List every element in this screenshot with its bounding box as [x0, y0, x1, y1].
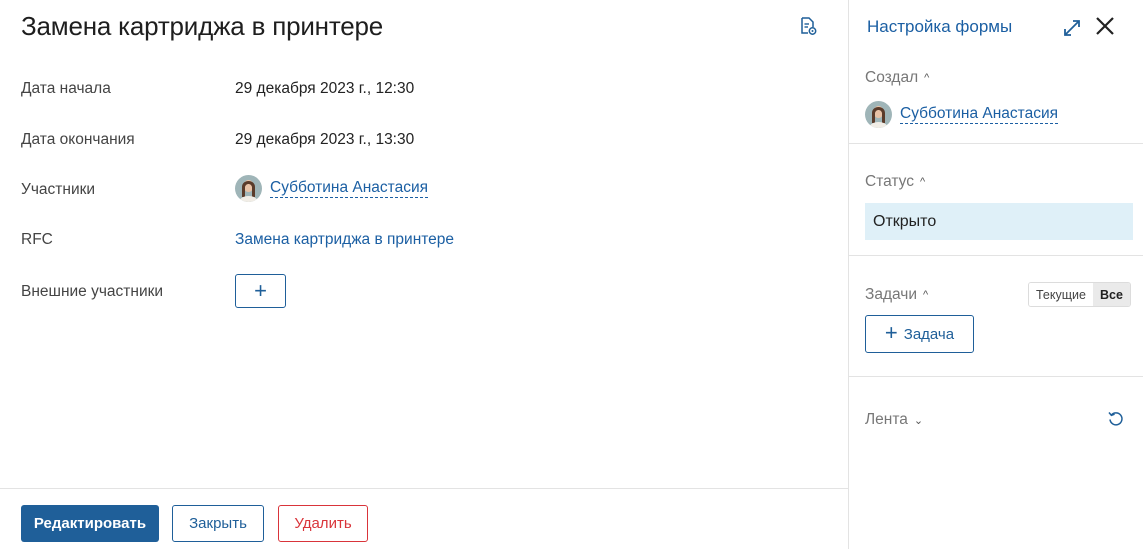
refresh-icon[interactable] [1106, 409, 1126, 429]
expand-icon[interactable] [1061, 17, 1083, 39]
chevron-up-icon: ^ [923, 289, 929, 301]
delete-button[interactable]: Удалить [278, 505, 368, 542]
creator-section-toggle[interactable]: Создал ^ [865, 69, 929, 87]
status-section-title: Статус [865, 173, 914, 190]
add-external-participant-button[interactable]: + [235, 274, 286, 308]
tasks-section-title: Задачи [865, 286, 918, 303]
tasks-section-toggle[interactable]: Задачи ^ [865, 286, 928, 304]
page-title: Замена картриджа в принтере [21, 11, 384, 41]
form-settings-link[interactable]: Настройка формы [867, 17, 1012, 37]
chevron-up-icon: ^ [924, 72, 930, 84]
plus-icon: + [884, 320, 898, 345]
feed-section-title: Лента [865, 411, 908, 428]
start-date-value: 29 декабря 2023 г., 12:30 [235, 80, 415, 97]
participant[interactable]: Субботина Анастасия [235, 175, 429, 202]
close-button[interactable]: Закрыть [172, 505, 264, 542]
tasks-filter-current[interactable]: Текущие [1029, 283, 1093, 306]
chevron-down-icon: ⌄ [913, 414, 924, 427]
close-icon[interactable] [1094, 15, 1116, 37]
rfc-link[interactable]: Замена картриджа в принтере [235, 231, 454, 249]
edit-button[interactable]: Редактировать [21, 505, 159, 542]
document-settings-icon[interactable] [798, 16, 818, 36]
status-value: Открыто [865, 203, 1133, 240]
divider [849, 376, 1143, 377]
divider [849, 143, 1143, 144]
avatar [235, 175, 262, 202]
field-label: Дата начала [21, 80, 111, 97]
divider [0, 488, 848, 489]
tasks-filter-toggle: Текущие Все [1028, 282, 1131, 307]
tasks-filter-all[interactable]: Все [1092, 283, 1130, 306]
field-label: Дата окончания [21, 131, 135, 148]
participant-link[interactable]: Субботина Анастасия [270, 179, 429, 198]
add-task-button[interactable]: + Задача [865, 315, 974, 353]
chevron-up-icon: ^ [920, 176, 926, 188]
field-label: RFC [21, 231, 53, 248]
feed-section-toggle[interactable]: Лента ⌄ [865, 411, 923, 429]
avatar [865, 101, 892, 128]
field-label: Участники [21, 181, 96, 198]
end-date-value: 29 декабря 2023 г., 13:30 [235, 131, 415, 148]
creator[interactable]: Субботина Анастасия [865, 101, 1059, 128]
main-panel: Замена картриджа в принтере Дата начала … [0, 0, 848, 549]
field-label: Внешние участники [21, 283, 164, 300]
creator-section-title: Создал [865, 69, 919, 86]
creator-link[interactable]: Субботина Анастасия [900, 105, 1059, 124]
status-section-toggle[interactable]: Статус ^ [865, 173, 925, 191]
add-task-label: Задача [903, 325, 955, 343]
divider [849, 255, 1143, 256]
